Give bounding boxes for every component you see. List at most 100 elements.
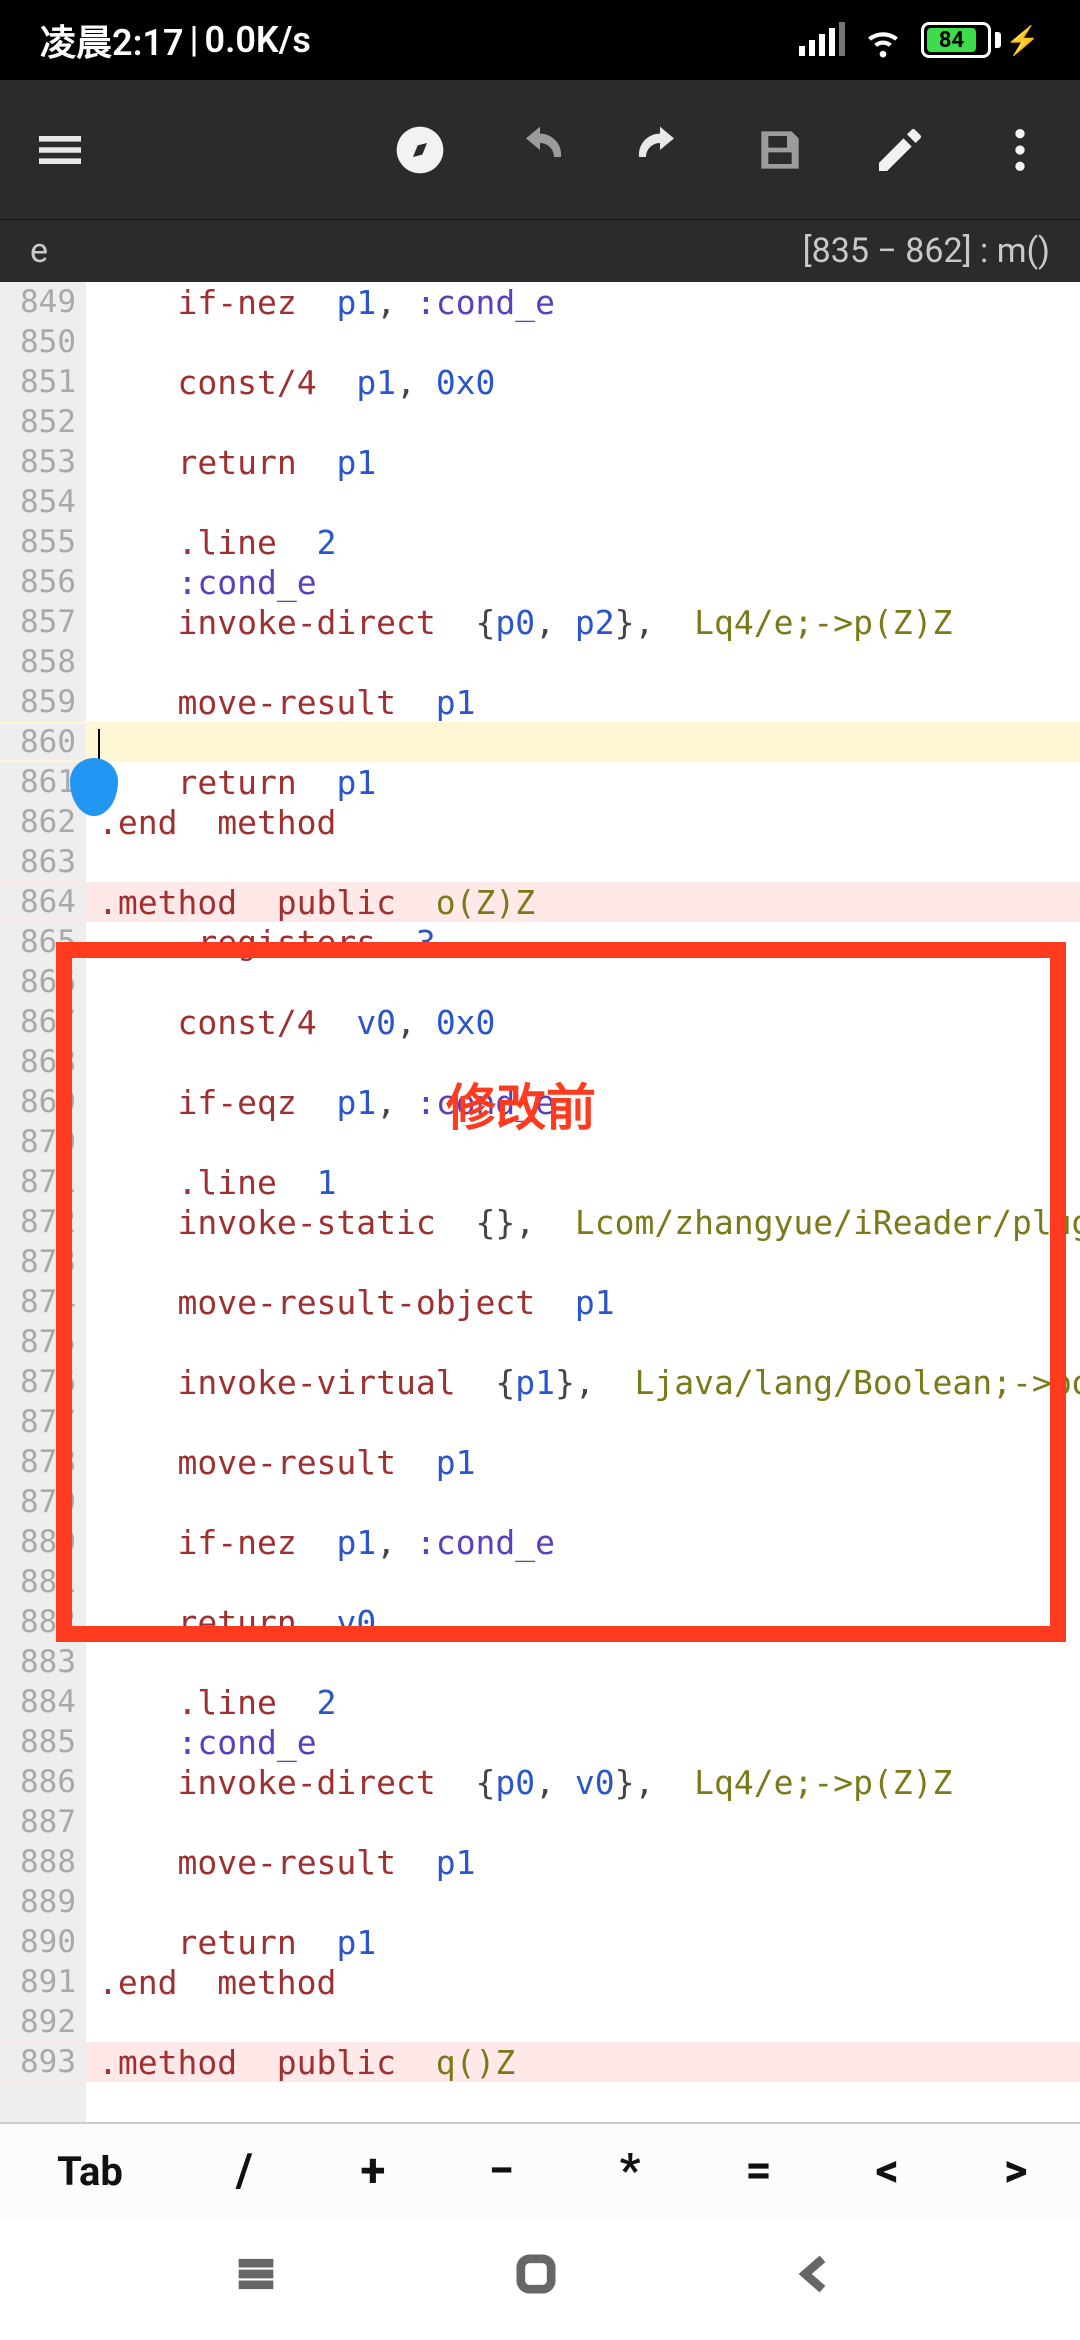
- line-code[interactable]: .method public o(Z)Z: [86, 883, 1080, 922]
- code-line[interactable]: 886 invoke-direct {p0, v0}, Lq4/e;->p(Z)…: [0, 1762, 1080, 1802]
- line-code[interactable]: const/4 v0, 0x0: [86, 1003, 1080, 1042]
- code-line[interactable]: 876 invoke-virtual {p1}, Ljava/lang/Bool…: [0, 1362, 1080, 1402]
- line-code[interactable]: .line 2: [86, 523, 1080, 562]
- code-line[interactable]: 881: [0, 1562, 1080, 1602]
- code-line[interactable]: 893.method public q()Z: [0, 2042, 1080, 2082]
- line-code[interactable]: [86, 723, 1080, 762]
- code-line[interactable]: 882 return v0: [0, 1602, 1080, 1642]
- line-code[interactable]: :cond_e: [86, 563, 1080, 602]
- code-line[interactable]: 858: [0, 642, 1080, 682]
- code-line[interactable]: 872 invoke-static {}, Lcom/zhangyue/iRea…: [0, 1202, 1080, 1242]
- line-code[interactable]: invoke-direct {p0, p2}, Lq4/e;->p(Z)Z: [86, 603, 1080, 642]
- symbol-key[interactable]: +: [309, 2124, 438, 2218]
- code-line[interactable]: 878 move-result p1: [0, 1442, 1080, 1482]
- menu-button[interactable]: [30, 120, 90, 180]
- edit-button[interactable]: [870, 120, 930, 180]
- line-number: 887: [0, 1804, 86, 1840]
- line-code[interactable]: invoke-virtual {p1}, Ljava/lang/Boolean;…: [86, 1363, 1080, 1402]
- line-code[interactable]: return p1: [86, 443, 1080, 482]
- nav-home-button[interactable]: [510, 2248, 570, 2308]
- code-line[interactable]: 853 return p1: [0, 442, 1080, 482]
- toolbar: [0, 80, 1080, 220]
- line-code[interactable]: .end method: [86, 1963, 1080, 2002]
- line-code[interactable]: move-result-object p1: [86, 1283, 1080, 1322]
- code-line[interactable]: 854: [0, 482, 1080, 522]
- line-number: 893: [0, 2044, 86, 2080]
- battery-indicator: 84 ⚡: [921, 22, 1040, 58]
- code-line[interactable]: 865 .registers 3: [0, 922, 1080, 962]
- code-line[interactable]: 877: [0, 1402, 1080, 1442]
- code-editor[interactable]: 849 if-nez p1, :cond_e850851 const/4 p1,…: [0, 282, 1080, 2122]
- code-line[interactable]: 879: [0, 1482, 1080, 1522]
- code-line[interactable]: 863: [0, 842, 1080, 882]
- code-line[interactable]: 857 invoke-direct {p0, p2}, Lq4/e;->p(Z)…: [0, 602, 1080, 642]
- line-number: 855: [0, 524, 86, 560]
- line-code[interactable]: return p1: [86, 1923, 1080, 1962]
- line-number: 865: [0, 924, 86, 960]
- line-code[interactable]: return p1: [86, 763, 1080, 802]
- code-line[interactable]: 860: [0, 722, 1080, 762]
- code-line[interactable]: 861 return p1: [0, 762, 1080, 802]
- save-button[interactable]: [750, 120, 810, 180]
- symbol-key[interactable]: −: [437, 2124, 566, 2218]
- code-line[interactable]: 874 move-result-object p1: [0, 1282, 1080, 1322]
- code-line[interactable]: 862.end method: [0, 802, 1080, 842]
- code-line[interactable]: 851 const/4 p1, 0x0: [0, 362, 1080, 402]
- line-number: 888: [0, 1844, 86, 1880]
- line-code[interactable]: move-result p1: [86, 683, 1080, 722]
- code-line[interactable]: 856 :cond_e: [0, 562, 1080, 602]
- undo-button[interactable]: [510, 120, 570, 180]
- line-code[interactable]: if-nez p1, :cond_e: [86, 283, 1080, 322]
- code-line[interactable]: 892: [0, 2002, 1080, 2042]
- code-line[interactable]: 873: [0, 1242, 1080, 1282]
- code-line[interactable]: 864.method public o(Z)Z: [0, 882, 1080, 922]
- code-line[interactable]: 871 .line 1: [0, 1162, 1080, 1202]
- line-code[interactable]: return v0: [86, 1603, 1080, 1642]
- symbol-key[interactable]: =: [694, 2124, 823, 2218]
- code-line[interactable]: 850: [0, 322, 1080, 362]
- code-line[interactable]: 890 return p1: [0, 1922, 1080, 1962]
- code-line[interactable]: 885 :cond_e: [0, 1722, 1080, 1762]
- line-number: 892: [0, 2004, 86, 2040]
- code-line[interactable]: 849 if-nez p1, :cond_e: [0, 282, 1080, 322]
- code-line[interactable]: 859 move-result p1: [0, 682, 1080, 722]
- code-line[interactable]: 875: [0, 1322, 1080, 1362]
- overflow-menu-button[interactable]: [990, 120, 1050, 180]
- symbol-key[interactable]: /: [180, 2124, 309, 2218]
- line-code[interactable]: invoke-direct {p0, v0}, Lq4/e;->p(Z)Z: [86, 1763, 1080, 1802]
- nav-back-button[interactable]: [790, 2248, 850, 2308]
- redo-button[interactable]: [630, 120, 690, 180]
- line-code[interactable]: .line 2: [86, 1683, 1080, 1722]
- line-code[interactable]: .line 1: [86, 1163, 1080, 1202]
- code-line[interactable]: 887: [0, 1802, 1080, 1842]
- line-code[interactable]: invoke-static {}, Lcom/zhangyue/iReader/…: [86, 1203, 1080, 1242]
- line-code[interactable]: move-result p1: [86, 1843, 1080, 1882]
- nav-recents-button[interactable]: [230, 2248, 290, 2308]
- code-line[interactable]: 888 move-result p1: [0, 1842, 1080, 1882]
- code-line[interactable]: 889: [0, 1882, 1080, 1922]
- compass-icon[interactable]: [390, 120, 450, 180]
- line-code[interactable]: :cond_e: [86, 1723, 1080, 1762]
- code-line[interactable]: 884 .line 2: [0, 1682, 1080, 1722]
- line-code[interactable]: .end method: [86, 803, 1080, 842]
- line-code[interactable]: if-nez p1, :cond_e: [86, 1523, 1080, 1562]
- symbol-key[interactable]: Tab: [0, 2124, 180, 2218]
- code-line[interactable]: 880 if-nez p1, :cond_e: [0, 1522, 1080, 1562]
- system-nav-bar: [0, 2218, 1080, 2338]
- line-number: 853: [0, 444, 86, 480]
- code-line[interactable]: 883: [0, 1642, 1080, 1682]
- symbol-key[interactable]: <: [823, 2124, 952, 2218]
- code-line[interactable]: 891.end method: [0, 1962, 1080, 2002]
- code-line[interactable]: 852: [0, 402, 1080, 442]
- code-line[interactable]: 867 const/4 v0, 0x0: [0, 1002, 1080, 1042]
- symbol-key[interactable]: >: [951, 2124, 1080, 2218]
- line-code[interactable]: .method public q()Z: [86, 2043, 1080, 2082]
- line-code[interactable]: .registers 3: [86, 923, 1080, 962]
- line-code[interactable]: const/4 p1, 0x0: [86, 363, 1080, 402]
- status-left: 凌晨2:17 | 0.0K/s: [40, 14, 311, 66]
- line-number: 881: [0, 1564, 86, 1600]
- code-line[interactable]: 866: [0, 962, 1080, 1002]
- symbol-key[interactable]: *: [566, 2124, 695, 2218]
- code-line[interactable]: 855 .line 2: [0, 522, 1080, 562]
- line-code[interactable]: move-result p1: [86, 1443, 1080, 1482]
